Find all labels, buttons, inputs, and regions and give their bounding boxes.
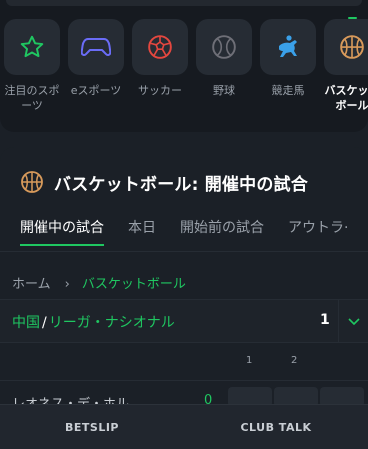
gamepad-icon	[81, 38, 111, 56]
tab-today[interactable]: 本日	[128, 217, 156, 237]
sport-tile[interactable]	[4, 19, 60, 75]
sport-tile[interactable]	[196, 19, 252, 75]
breadcrumb: ホーム › バスケットボール	[12, 273, 186, 292]
sport-item-soccer[interactable]: サッカー	[130, 19, 190, 131]
league-separator: /	[42, 315, 47, 331]
tab-outrights[interactable]: アウトラ·	[288, 217, 348, 237]
sport-item-basketball[interactable]: バスケット ボール	[322, 17, 368, 131]
sport-item-esports[interactable]: eスポーツ	[66, 19, 126, 131]
tab-live[interactable]: 開催中の試合	[20, 217, 104, 237]
sports-carousel-panel: 注目のスポ ーツ eスポーツ サッカー 野球 競走馬 バスケッ ボール	[0, 0, 368, 132]
sport-label: バスケット ボール	[324, 84, 368, 112]
baseball-icon	[212, 35, 236, 59]
period-header-1: 1	[246, 355, 253, 366]
sports-row: 注目のスポ ーツ eスポーツ サッカー 野球 競走馬 バスケッ ボール	[0, 0, 368, 132]
sport-label: サッカー	[138, 84, 182, 97]
soccer-ball-icon	[148, 35, 172, 59]
page-title: バスケットボール: 開催中の試合	[54, 174, 308, 195]
club-talk-button[interactable]: CLUB TALK	[184, 405, 368, 449]
basketball-icon	[340, 35, 364, 59]
sport-tile[interactable]	[324, 19, 368, 75]
league-country[interactable]: 中国	[12, 315, 40, 331]
league-match-count: 1	[320, 312, 330, 328]
breadcrumb-home[interactable]: ホーム	[12, 277, 51, 292]
league-collapse-toggle[interactable]	[338, 300, 368, 342]
league-name: 中国 / リーガ・ナシオナル	[12, 312, 175, 332]
sport-label: 野球	[213, 84, 235, 97]
breadcrumb-separator: ›	[64, 277, 70, 292]
sport-item-baseball[interactable]: 野球	[194, 19, 254, 131]
bottom-bar: BETSLIP CLUB TALK	[0, 404, 368, 449]
tab-upcoming[interactable]: 開始前の試合	[180, 217, 264, 237]
league-title[interactable]: リーガ・ナシオナル	[49, 315, 175, 331]
sport-tile[interactable]	[68, 19, 124, 75]
sport-label: 注目のスポ ーツ	[4, 84, 60, 112]
main-content: バスケットボール: 開催中の試合 開催中の試合 本日 開始前の試合 アウトラ· …	[0, 147, 368, 448]
chevron-down-icon	[348, 318, 360, 326]
divider	[0, 380, 368, 381]
league-row[interactable]: 中国 / リーガ・ナシオナル 1	[0, 299, 368, 343]
breadcrumb-current[interactable]: バスケットボール	[82, 277, 186, 292]
star-icon	[20, 35, 44, 58]
basketball-icon	[21, 171, 43, 193]
tab-bar: 開催中の試合 本日 開始前の試合 アウトラ·	[0, 217, 368, 247]
sport-label: 競走馬	[271, 84, 305, 97]
divider	[0, 251, 368, 252]
horse-racing-icon	[279, 35, 297, 57]
sport-item-featured[interactable]: 注目のスポ ーツ	[2, 19, 62, 131]
betslip-button[interactable]: BETSLIP	[0, 405, 184, 449]
sport-tile[interactable]	[132, 19, 188, 75]
sport-item-horse-racing[interactable]: 競走馬	[258, 19, 318, 131]
sport-label: eスポーツ	[70, 84, 122, 97]
section-header: バスケットボール: 開催中の試合	[20, 169, 308, 195]
sport-tile[interactable]	[260, 19, 316, 75]
tab-active-underline	[20, 244, 104, 246]
period-header-2: 2	[291, 355, 298, 366]
